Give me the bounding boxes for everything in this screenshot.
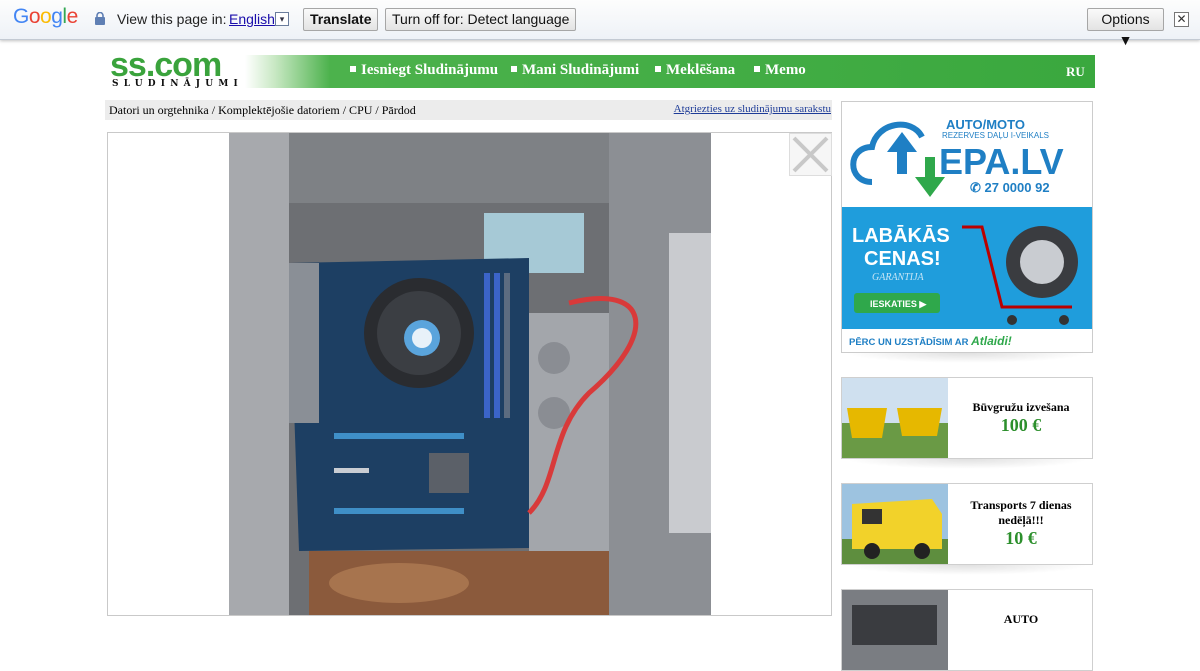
options-button[interactable]: Options ▼	[1087, 8, 1164, 48]
turn-off-button[interactable]: Turn off for: Detect language	[385, 8, 577, 31]
view-page-text: View this page in:	[117, 11, 227, 27]
ad-card-price: 10 €	[1005, 528, 1037, 548]
nav-submit-ad[interactable]: Iesniegt Sludinājumu	[350, 62, 498, 79]
listing-photo[interactable]	[229, 133, 711, 615]
photo-viewer	[107, 132, 832, 616]
ad-subheadline: REZERVES DAĻU I-VEIKALS	[942, 131, 1049, 140]
ad-card-transport[interactable]: Transports 7 dienas nedēļā!!! 10 €	[841, 483, 1093, 565]
ad-guarantee: GARANTIJA	[872, 272, 925, 283]
bullet-icon	[350, 66, 356, 72]
ad-card-price: 100 €	[1000, 415, 1042, 435]
ad-headline: AUTO/MOTO	[946, 117, 1025, 132]
ad-card-title: Būvgružu izvešana	[972, 400, 1070, 414]
breadcrumb: Datori un orgtehnika / Komplektējošie da…	[105, 100, 832, 120]
ad-shadow	[845, 353, 1089, 363]
breadcrumb-path[interactable]: Datori un orgtehnika / Komplektējošie da…	[109, 103, 416, 118]
svg-text:PĒRC UN UZSTĀDĪSIM AR Atlaidi!: PĒRC UN UZSTĀDĪSIM AR Atlaidi!	[849, 334, 1012, 348]
ad-shadow	[845, 459, 1089, 469]
ad-footer-brand: Atlaidi!	[970, 334, 1012, 348]
ad-cta-label: IESKATIES ▶	[870, 299, 927, 309]
ad-offer-line2: CENAS!	[864, 248, 941, 270]
bullet-icon	[754, 66, 760, 72]
nav-search[interactable]: Meklēšana	[655, 62, 735, 79]
ad-shadow	[845, 565, 1089, 575]
google-logo: Google	[13, 5, 78, 28]
nav-memo[interactable]: Memo	[754, 62, 806, 79]
photo-close-button[interactable]	[789, 133, 832, 176]
ad-card-waste-removal[interactable]: Būvgružu izvešana 100 €	[841, 377, 1093, 459]
translate-bar: Google View this page in: English ▾ Tran…	[0, 0, 1200, 48]
language-dropdown-icon[interactable]: ▾	[275, 12, 289, 26]
ad-card-title: Transports 7 dienas nedēļā!!!	[970, 498, 1072, 527]
close-x-icon	[792, 136, 829, 173]
back-to-list-link[interactable]: Atgriezties uz sludinājumu sarakstu	[674, 103, 831, 115]
car-image	[842, 590, 948, 670]
epa-banner-ad[interactable]: AUTO/MOTO REZERVES DAĻU I-VEIKALS EPA.LV…	[841, 101, 1093, 353]
epa-banner: AUTO/MOTO REZERVES DAĻU I-VEIKALS EPA.LV…	[842, 102, 1092, 352]
nav-my-ads[interactable]: Mani Sludinājumi	[511, 62, 639, 79]
translate-button[interactable]: Translate	[303, 8, 379, 31]
logo-subtitle: SLUDINĀJUMI	[112, 79, 243, 89]
lock-icon	[95, 12, 105, 25]
language-link[interactable]: English	[229, 11, 275, 27]
ad-card-auto[interactable]: AUTO	[841, 589, 1093, 671]
close-icon[interactable]: ✕	[1174, 12, 1189, 27]
van-image	[842, 484, 948, 564]
language-switch-ru[interactable]: RU	[1066, 64, 1085, 80]
ad-phone: ✆ 27 0000 92	[970, 180, 1050, 195]
bullet-icon	[511, 66, 517, 72]
ad-brand: EPA.LV	[939, 141, 1064, 182]
skip-container-image	[842, 378, 948, 458]
ad-card-title: AUTO	[1003, 612, 1039, 626]
site-logo[interactable]: ss.com SLUDINĀJUMI	[108, 46, 248, 94]
ad-offer-line1: LABĀKĀS	[852, 225, 950, 247]
bullet-icon	[655, 66, 661, 72]
ad-footer-text: PĒRC UN UZSTĀDĪSIM AR	[849, 337, 971, 348]
main-nav: Iesniegt Sludinājumu Mani Sludinājumi Me…	[245, 55, 1095, 88]
